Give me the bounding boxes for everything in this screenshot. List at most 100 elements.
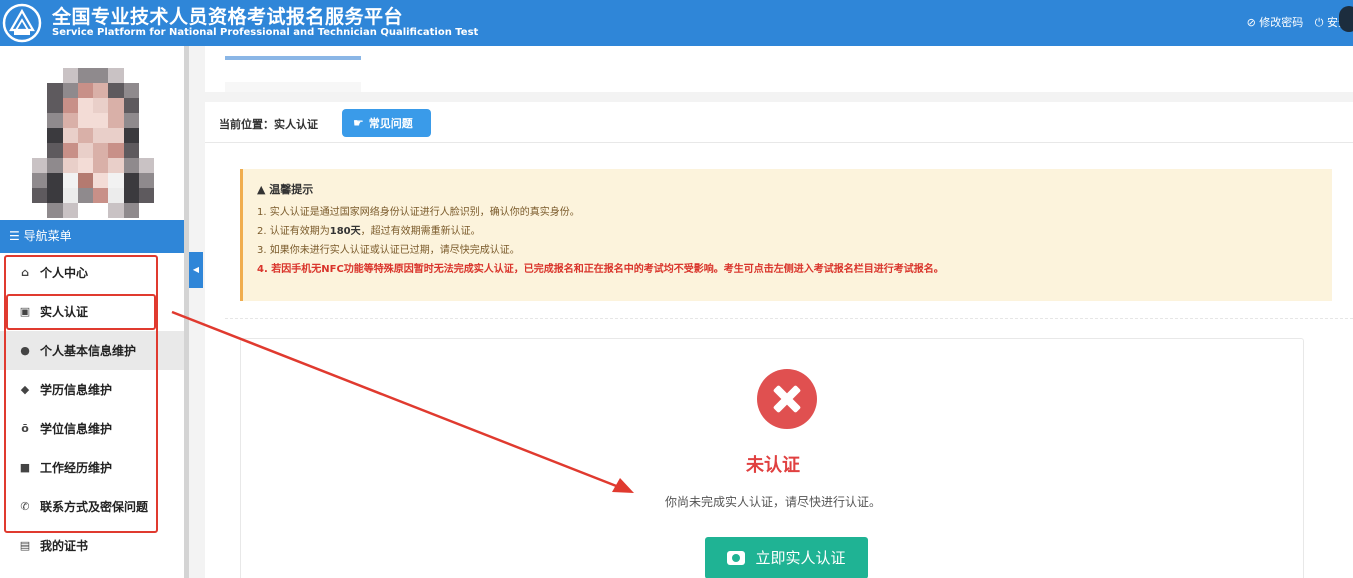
breadcrumb: 当前位置：实人认证	[219, 118, 318, 131]
corner-badge[interactable]	[1339, 6, 1353, 32]
avatar-pixel	[32, 188, 48, 203]
avatar-pixel	[32, 98, 48, 113]
avatar-pixel	[62, 203, 78, 218]
notice-line-2-prefix: 2. 认证有效期为	[257, 226, 330, 237]
avatar-pixel	[62, 188, 78, 203]
sidebar-collapse-toggle[interactable]: ◀	[189, 252, 203, 288]
nav-menu-header: ☰ 导航菜单	[0, 220, 184, 253]
avatar-pixel	[32, 68, 48, 83]
annotation-box-auth	[6, 294, 156, 330]
avatar-pixel	[32, 83, 48, 98]
avatar-pixel	[77, 143, 93, 158]
avatar-pixel	[123, 188, 139, 203]
notice-line-3: 3. 如果你未进行实人认证或认证已过期，请尽快完成认证。	[257, 245, 520, 256]
avatar-pixel	[32, 143, 48, 158]
camera-icon	[727, 551, 746, 565]
certificate-icon: ▤	[19, 539, 31, 552]
avatar-pixel	[93, 203, 109, 218]
avatar-pixel	[108, 158, 124, 173]
notice-line-2-bold: 180天	[329, 226, 361, 237]
avatar-pixel	[108, 128, 124, 143]
avatar-pixel	[47, 203, 63, 218]
avatar-pixel	[93, 143, 109, 158]
avatar-pixel	[123, 203, 139, 218]
start-verification-label: 立即实人认证	[755, 549, 846, 567]
avatar-pixel	[138, 143, 154, 158]
avatar-pixel	[108, 188, 124, 203]
avatar-pixel	[62, 98, 78, 113]
avatar-pixel	[93, 98, 109, 113]
avatar-pixel	[47, 113, 63, 128]
avatar-pixel	[123, 158, 139, 173]
header-links: ⊘ 修改密码 ⏻ 安全	[1239, 14, 1349, 30]
avatar-pixel	[32, 203, 48, 218]
avatar-pixel	[47, 143, 63, 158]
avatar-pixel	[77, 173, 93, 188]
notice-panel: ▲ 温馨提示 1. 实人认证是通过国家网络身份认证进行人脸识别，确认你的真实身份…	[240, 169, 1332, 301]
ptq-logo-icon	[2, 3, 42, 43]
top-header: 全国专业技术人员资格考试报名服务平台 Service Platform for …	[0, 0, 1353, 46]
status-description: 你尚未完成实人认证，请尽快进行认证。	[664, 495, 881, 509]
main-content: 当前位置：实人认证 ☛ 常见问题 ▲ 温馨提示 1. 实人认证是通过国家网络身份认…	[205, 102, 1353, 578]
avatar-pixel	[93, 113, 109, 128]
avatar-pixel	[138, 128, 154, 143]
avatar-pixel	[47, 173, 63, 188]
avatar-pixel	[108, 143, 124, 158]
avatar-pixel	[108, 98, 124, 113]
avatar-pixel	[108, 173, 124, 188]
avatar-pixel	[108, 113, 124, 128]
avatar-pixel	[32, 128, 48, 143]
avatar-pixel	[123, 68, 139, 83]
avatar-pixel	[138, 203, 154, 218]
avatar-pixel	[108, 68, 124, 83]
avatar-pixel	[62, 173, 78, 188]
avatar-pixel	[62, 143, 78, 158]
avatar-pixel	[77, 188, 93, 203]
avatar-pixel	[93, 128, 109, 143]
notice-title: ▲ 温馨提示	[257, 183, 314, 196]
notice-line-2-suffix: ，超过有效期需重新认证。	[360, 226, 481, 237]
avatar	[32, 68, 154, 218]
avatar-pixel	[138, 98, 154, 113]
avatar-pixel	[62, 83, 78, 98]
avatar-pixel	[93, 83, 109, 98]
faq-button-label: 常见问题	[368, 117, 413, 130]
avatar-pixel	[77, 128, 93, 143]
platform-title: 全国专业技术人员资格考试报名服务平台	[52, 6, 404, 28]
start-verification-button[interactable]: 立即实人认证	[705, 537, 868, 578]
change-password-link[interactable]: ⊘ 修改密码	[1247, 16, 1304, 29]
avatar-pixel	[93, 173, 109, 188]
avatar-pixel	[47, 158, 63, 173]
avatar-pixel	[32, 113, 48, 128]
avatar-pixel	[138, 113, 154, 128]
status-card: 未认证 你尚未完成实人认证，请尽快进行认证。 立即实人认证	[240, 338, 1304, 578]
avatar-pixel	[47, 188, 63, 203]
avatar-pixel	[93, 158, 109, 173]
avatar-pixel	[77, 83, 93, 98]
avatar-pixel	[123, 128, 139, 143]
notice-line-4: 4. 若因手机无NFC功能等特殊原因暂时无法完成实人认证，已完成报名和正在报名中…	[257, 264, 944, 275]
avatar-pixel	[47, 83, 63, 98]
avatar-pixel	[108, 203, 124, 218]
avatar-pixel	[77, 203, 93, 218]
avatar-pixel	[138, 83, 154, 98]
avatar-pixel	[108, 83, 124, 98]
avatar-pixel	[93, 68, 109, 83]
sidebar-divider[interactable]	[184, 46, 189, 578]
avatar-pixel	[32, 173, 48, 188]
avatar-pixel	[123, 83, 139, 98]
avatar-pixel	[62, 68, 78, 83]
error-x-icon	[757, 369, 817, 429]
avatar-pixel	[47, 128, 63, 143]
avatar-pixel	[138, 173, 154, 188]
avatar-pixel	[62, 128, 78, 143]
avatar-pixel	[77, 68, 93, 83]
avatar-pixel	[47, 98, 63, 113]
faq-button[interactable]: ☛ 常见问题	[342, 109, 431, 137]
avatar-pixel	[138, 188, 154, 203]
dashed-divider	[225, 318, 1353, 319]
avatar-pixel	[138, 68, 154, 83]
content-divider	[205, 142, 1353, 143]
avatar-pixel	[62, 113, 78, 128]
avatar-pixel	[62, 158, 78, 173]
